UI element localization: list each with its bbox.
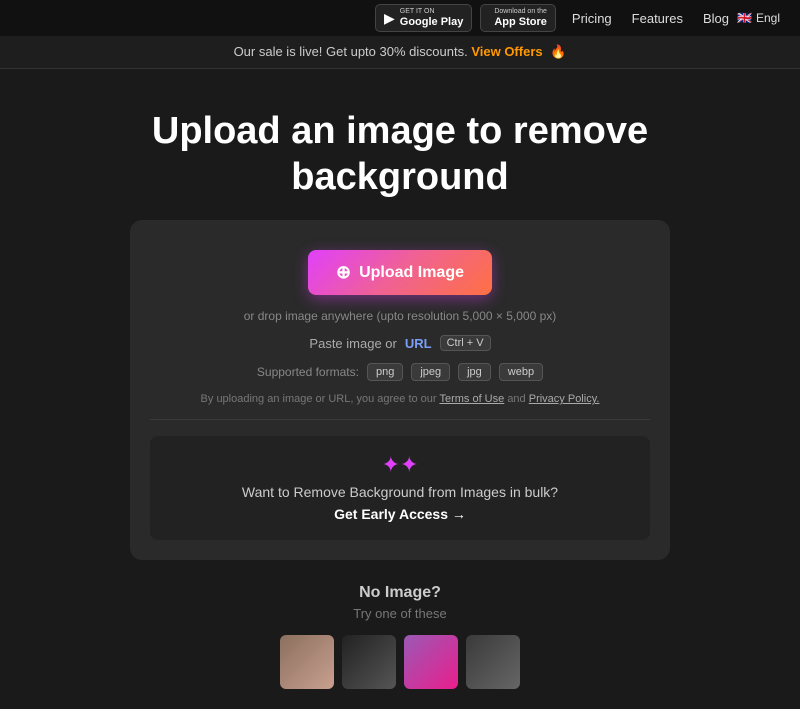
language-selector[interactable]: 🇬🇧 Engl [737, 11, 780, 25]
bulk-cta-link[interactable]: Get Early Access → [334, 506, 466, 522]
no-image-subtitle: Try one of these [40, 606, 760, 621]
formats-label: Supported formats: [257, 365, 359, 379]
sample-images [40, 635, 760, 689]
pricing-link[interactable]: Pricing [572, 11, 612, 26]
fire-emoji: 🔥 [550, 44, 566, 59]
app-store-badge[interactable]: Download on the App Store [480, 4, 556, 32]
plus-icon: ⊕ [336, 262, 351, 283]
sample-thumb-1[interactable] [280, 635, 334, 689]
upload-button[interactable]: ⊕ Upload Image [308, 250, 492, 295]
terms-text: By uploading an image or URL, you agree … [150, 393, 650, 405]
google-play-badge[interactable]: ▶ GET IT ON Google Play [375, 4, 472, 32]
format-jpeg: jpeg [411, 363, 450, 381]
features-link[interactable]: Features [632, 11, 683, 26]
shortcut-badge: Ctrl + V [440, 335, 491, 351]
bulk-icon: ✦✦ [170, 452, 630, 478]
language-label: Engl [756, 11, 780, 25]
card-divider [150, 419, 650, 420]
format-png: png [367, 363, 403, 381]
terms-link[interactable]: Terms of Use [439, 393, 504, 405]
format-jpg: jpg [458, 363, 491, 381]
upload-card: ⊕ Upload Image or drop image anywhere (u… [130, 220, 670, 560]
paste-label: Paste image or [309, 336, 396, 351]
blog-link[interactable]: Blog [703, 11, 729, 26]
app-store-name: App Store [494, 16, 547, 28]
app-store-get-label: Download on the [494, 8, 547, 16]
bulk-section: ✦✦ Want to Remove Background from Images… [150, 436, 650, 540]
sale-banner: Our sale is live! Get upto 30% discounts… [0, 36, 800, 69]
upload-btn-wrapper: ⊕ Upload Image [150, 250, 650, 295]
google-play-name: Google Play [400, 16, 464, 28]
upload-btn-area: ⊕ Upload Image [308, 250, 492, 295]
no-image-title: No Image? [40, 584, 760, 602]
formats-row: Supported formats: png jpeg jpg webp [150, 363, 650, 381]
hero-section: Upload an image to remove background ⊕ U… [0, 69, 800, 709]
top-nav: ▶ GET IT ON Google Play Download on the … [0, 0, 800, 36]
paste-url-row: Paste image or URL Ctrl + V [150, 335, 650, 351]
sale-text: Our sale is live! Get upto 30% discounts… [234, 44, 468, 59]
upload-btn-label: Upload Image [359, 264, 464, 282]
drop-text: or drop image anywhere (upto resolution … [150, 309, 650, 323]
sample-thumb-4[interactable] [466, 635, 520, 689]
hero-title: Upload an image to remove background [100, 109, 700, 200]
format-webp: webp [499, 363, 543, 381]
nav-links: Pricing Features Blog [572, 11, 729, 26]
bulk-title: Want to Remove Background from Images in… [170, 484, 630, 500]
privacy-link[interactable]: Privacy Policy. [529, 393, 600, 405]
google-play-get-label: GET IT ON [400, 8, 464, 16]
sample-thumb-3[interactable] [404, 635, 458, 689]
no-image-section: No Image? Try one of these [20, 584, 780, 689]
flag-icon: 🇬🇧 [737, 11, 752, 25]
url-label[interactable]: URL [405, 336, 432, 351]
sample-thumb-2[interactable] [342, 635, 396, 689]
view-offers-link[interactable]: View Offers [471, 44, 542, 59]
play-icon: ▶ [384, 10, 395, 27]
